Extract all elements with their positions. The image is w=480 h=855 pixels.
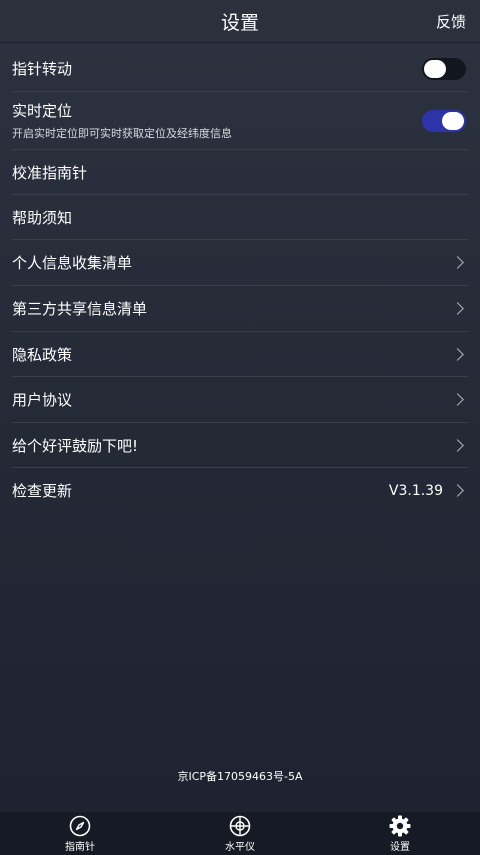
setting-personal-info-list[interactable]: 个人信息收集清单 [12, 240, 468, 286]
feedback-button[interactable]: 反馈 [436, 0, 466, 42]
setting-label: 用户协议 [12, 391, 73, 409]
gear-icon [389, 815, 411, 837]
tab-compass[interactable]: 指南针 [0, 812, 160, 855]
chevron-right-icon [451, 347, 464, 361]
tab-label: 水平仪 [225, 841, 255, 853]
setting-check-update[interactable]: 检查更新 V3.1.39 [12, 468, 468, 513]
setting-label: 给个好评鼓励下吧! [12, 436, 139, 455]
version-text: V3.1.39 [388, 482, 443, 499]
setting-third-party-list[interactable]: 第三方共享信息清单 [12, 286, 468, 332]
realtime-location-toggle[interactable] [422, 109, 466, 132]
toggle-knob [424, 59, 446, 78]
tab-label: 设置 [390, 841, 410, 853]
chevron-right-icon [451, 393, 464, 406]
setting-realtime-location[interactable]: 实时定位 开启实时定位即可实时获取定位及经纬度信息 [12, 92, 468, 150]
setting-label: 校准指南针 [12, 163, 88, 182]
chevron-right-icon [451, 256, 464, 269]
setting-privacy-policy[interactable]: 隐私政策 [12, 332, 468, 377]
chevron-right-icon [451, 302, 464, 315]
page-title: 设置 [220, 11, 259, 34]
bottom-tab-bar: 指南针 水平仪 设置 [0, 812, 480, 855]
pointer-rotate-toggle[interactable] [422, 57, 466, 80]
setting-label: 第三方共享信息清单 [12, 300, 148, 318]
setting-label: 帮助须知 [12, 208, 73, 227]
tab-label: 指南针 [65, 841, 95, 853]
setting-help[interactable]: 帮助须知 [12, 195, 468, 240]
tab-level[interactable]: 水平仪 [160, 812, 320, 855]
icp-record: 京ICP备17059463号-5A [177, 770, 303, 783]
toggle-knob [442, 111, 464, 130]
chevron-right-icon [451, 438, 464, 452]
setting-label: 隐私政策 [12, 345, 73, 364]
setting-rate-app[interactable]: 给个好评鼓励下吧! [12, 423, 468, 468]
setting-user-agreement[interactable]: 用户协议 [12, 377, 468, 423]
setting-label: 个人信息收集清单 [12, 254, 133, 272]
setting-subtitle: 开启实时定位即可实时获取定位及经纬度信息 [12, 127, 232, 140]
app-header: 设置 反馈 [0, 0, 480, 43]
setting-label: 检查更新 [12, 482, 73, 500]
level-icon [229, 815, 251, 837]
setting-pointer-rotate[interactable]: 指针转动 [12, 46, 468, 92]
compass-icon [69, 815, 91, 837]
setting-label: 实时定位 [12, 102, 73, 120]
tab-settings[interactable]: 设置 [320, 812, 480, 855]
setting-label: 指针转动 [12, 60, 73, 78]
chevron-right-icon [451, 484, 464, 497]
setting-calibrate-compass[interactable]: 校准指南针 [12, 150, 468, 195]
settings-list: 指针转动 实时定位 开启实时定位即可实时获取定位及经纬度信息 校准指南针 帮助须… [0, 46, 480, 513]
